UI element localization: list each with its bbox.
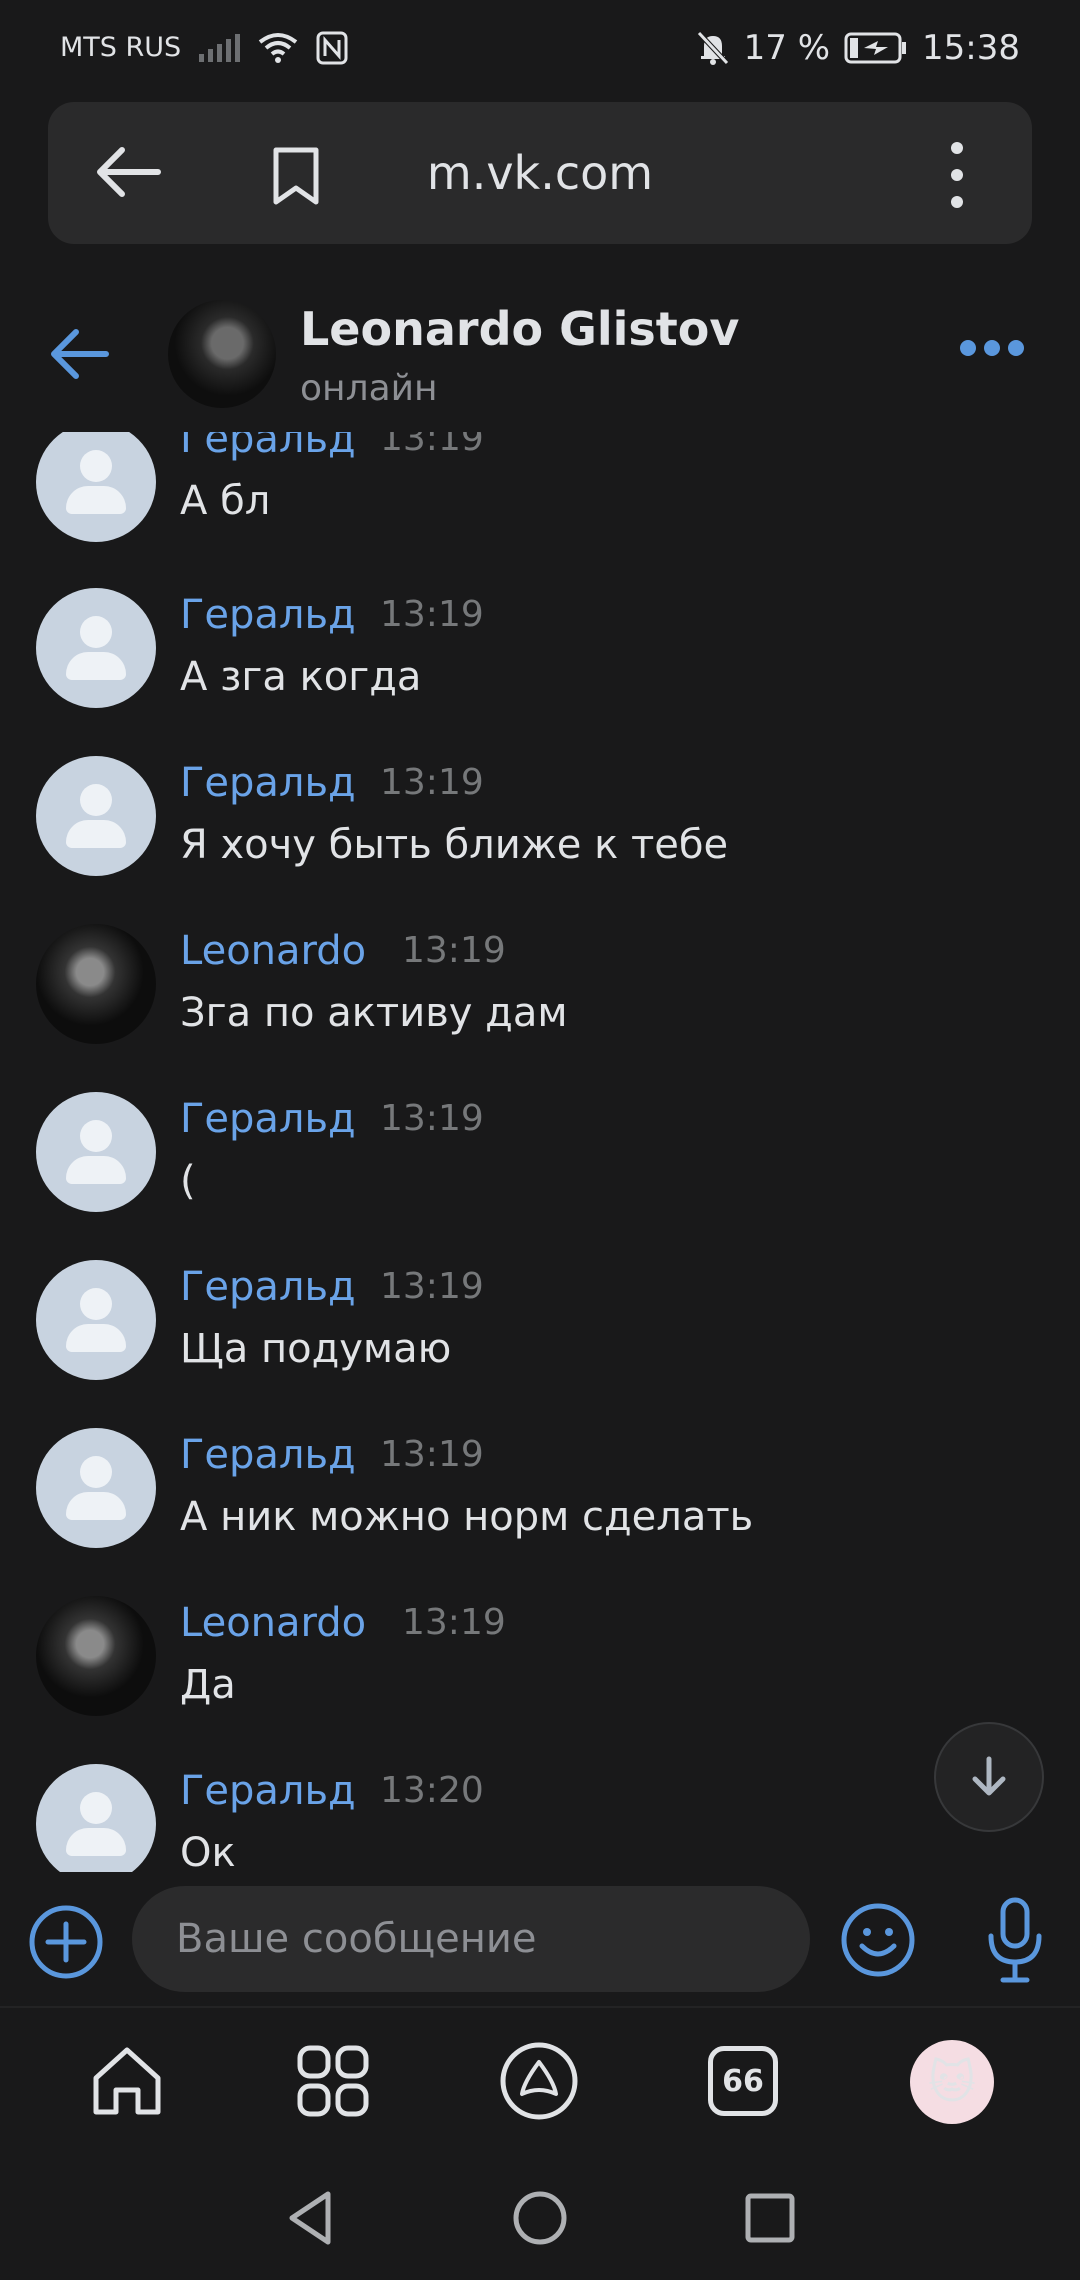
emoji-icon[interactable] bbox=[840, 1902, 916, 1978]
user-photo-avatar[interactable] bbox=[36, 1596, 156, 1716]
arrow-down-icon bbox=[972, 1756, 1006, 1796]
message-text: А бл bbox=[180, 478, 271, 524]
profile-avatar[interactable]: 🐱 bbox=[910, 2040, 994, 2124]
message-item: Геральд 13:19 А зга когда bbox=[0, 588, 1080, 756]
message-time: 13:19 bbox=[380, 432, 484, 459]
message-item: Leonardo 13:19 Зга по активу дам bbox=[0, 924, 1080, 1092]
message-author[interactable]: Геральд bbox=[180, 1264, 356, 1310]
message-time: 13:19 bbox=[380, 1434, 484, 1475]
tabs-count-button[interactable]: 66 bbox=[708, 2046, 778, 2116]
contact-status: онлайн bbox=[300, 368, 438, 409]
user-photo-avatar[interactable] bbox=[36, 924, 156, 1044]
message-time: 13:20 bbox=[380, 1770, 484, 1811]
message-item: Leonardo 13:19 Да bbox=[0, 1596, 1080, 1764]
message-author[interactable]: Геральд bbox=[180, 432, 356, 462]
bell-muted-icon bbox=[696, 30, 729, 65]
message-item: Геральд 13:19 Ща подумаю bbox=[0, 1260, 1080, 1428]
apps-grid-icon[interactable] bbox=[290, 2038, 376, 2124]
message-item: Геральд 13:19 ( bbox=[0, 1092, 1080, 1260]
add-attachment-icon[interactable] bbox=[28, 1904, 104, 1980]
wifi-icon bbox=[258, 32, 298, 63]
battery-charging-icon bbox=[844, 32, 907, 63]
message-author[interactable]: Геральд bbox=[180, 1096, 356, 1142]
chat-more-icon[interactable] bbox=[960, 340, 1024, 356]
message-time: 13:19 bbox=[402, 930, 506, 971]
message-author[interactable]: Геральд bbox=[180, 1768, 356, 1814]
status-bar: MTS RUS 17 % 15:38 bbox=[0, 0, 1080, 95]
carrier-label: MTS RUS bbox=[60, 32, 182, 63]
nfc-icon bbox=[316, 31, 348, 64]
message-author[interactable]: Leonardo bbox=[180, 928, 366, 974]
contact-name[interactable]: Leonardo Glistov bbox=[300, 302, 739, 356]
message-time: 13:19 bbox=[402, 1602, 506, 1643]
default-avatar-icon[interactable] bbox=[36, 1428, 156, 1548]
nav-back-icon[interactable] bbox=[280, 2188, 340, 2248]
default-avatar-icon[interactable] bbox=[36, 756, 156, 876]
nav-home-icon[interactable] bbox=[510, 2188, 570, 2248]
status-right: 17 % 15:38 bbox=[696, 28, 1020, 68]
default-avatar-icon[interactable] bbox=[36, 1092, 156, 1212]
message-composer bbox=[0, 1872, 1080, 2002]
message-author[interactable]: Геральд bbox=[180, 1432, 356, 1478]
signal-icon bbox=[199, 33, 241, 62]
message-text: А ник можно норм сделать bbox=[180, 1494, 754, 1540]
message-item: Геральд 13:19 Я хочу быть ближе к тебе bbox=[0, 756, 1080, 924]
system-nav-bar bbox=[0, 2156, 1080, 2280]
message-time: 13:19 bbox=[380, 762, 484, 803]
default-avatar-icon[interactable] bbox=[36, 588, 156, 708]
message-time: 13:19 bbox=[380, 1098, 484, 1139]
scroll-down-button[interactable] bbox=[934, 1722, 1044, 1832]
message-text: А зга когда bbox=[180, 654, 422, 700]
message-text: ( bbox=[180, 1158, 196, 1204]
message-text: Ща подумаю bbox=[180, 1326, 452, 1372]
message-time: 13:19 bbox=[380, 1266, 484, 1307]
message-input[interactable] bbox=[132, 1886, 810, 1992]
contact-avatar[interactable] bbox=[168, 300, 276, 408]
message-list[interactable]: Геральд 13:19 А бл Геральд 13:19 А зга к… bbox=[0, 432, 1080, 1872]
message-text: Зга по активу дам bbox=[180, 990, 568, 1036]
chat-back-icon[interactable] bbox=[44, 322, 114, 386]
nav-recents-icon[interactable] bbox=[740, 2188, 800, 2248]
default-avatar-icon[interactable] bbox=[36, 432, 156, 542]
browser-toolbar: 66 🐱 bbox=[0, 2006, 1080, 2156]
home-icon[interactable] bbox=[84, 2038, 170, 2124]
chat-header: Leonardo Glistov онлайн bbox=[0, 280, 1080, 430]
message-text: Да bbox=[180, 1662, 236, 1708]
message-item: Геральд 13:19 А бл bbox=[0, 432, 1080, 590]
message-author[interactable]: Leonardo bbox=[180, 1600, 366, 1646]
default-avatar-icon[interactable] bbox=[36, 1764, 156, 1872]
message-text: Я хочу быть ближе к тебе bbox=[180, 822, 729, 868]
microphone-icon[interactable] bbox=[985, 1896, 1045, 1986]
message-time: 13:19 bbox=[380, 594, 484, 635]
default-avatar-icon[interactable] bbox=[36, 1260, 156, 1380]
alice-assistant-icon[interactable] bbox=[496, 2038, 582, 2124]
battery-percent: 17 % bbox=[743, 27, 831, 68]
status-left: MTS RUS bbox=[60, 31, 348, 65]
url-text[interactable]: m.vk.com bbox=[48, 146, 1032, 200]
message-author[interactable]: Геральд bbox=[180, 760, 356, 806]
browser-menu-icon[interactable] bbox=[942, 140, 972, 210]
clock: 15:38 bbox=[922, 27, 1020, 68]
message-item: Геральд 13:20 Ок bbox=[0, 1764, 1080, 1872]
message-text: Ок bbox=[180, 1830, 236, 1872]
message-item: Геральд 13:19 А ник можно норм сделать bbox=[0, 1428, 1080, 1596]
browser-address-bar: m.vk.com bbox=[48, 102, 1032, 244]
message-author[interactable]: Геральд bbox=[180, 592, 356, 638]
